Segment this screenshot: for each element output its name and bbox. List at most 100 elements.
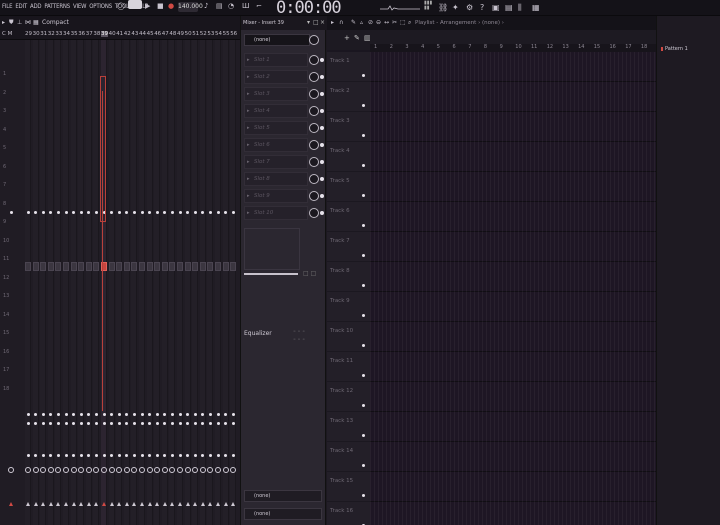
master-knob[interactable] [8,467,14,473]
play-icon[interactable]: ▶ [145,2,150,10]
tempo-display[interactable]: 140.000 [178,2,203,12]
strip-send-dot[interactable] [64,413,68,416]
track-enable-dot[interactable] [362,224,365,227]
strip-knob[interactable] [63,467,69,473]
mixer-tool-icon[interactable]: ⛊ [9,19,14,27]
mixer-strip-50[interactable] [184,40,191,525]
strip-mute-slot[interactable] [146,262,153,271]
menu-item-file[interactable]: FILE [2,3,13,10]
mixer-strip-41[interactable] [116,40,123,525]
mixer-strip-43[interactable] [131,40,138,525]
template-icon[interactable]: ▤ [505,3,513,12]
wait-icon[interactable]: ◔ [228,2,234,10]
arrangement-grid[interactable] [370,52,656,525]
effect-slot-6[interactable]: ▸ Slot 6 [244,138,308,152]
strip-send-dot[interactable] [140,422,144,425]
strip-send-dot[interactable] [216,422,220,425]
strip-send-dot[interactable] [132,413,136,416]
strip-mute-slot[interactable] [32,262,39,271]
strip-send-dot[interactable] [193,413,197,416]
strip-send-dot[interactable] [117,413,121,416]
slot-enable-button[interactable] [320,143,324,147]
strip-mute-slot[interactable] [139,262,145,271]
slot-enable-button[interactable] [320,126,324,130]
strip-knob[interactable] [139,467,145,473]
strip-route-arrow[interactable] [155,502,160,506]
strip-mute-slot[interactable] [108,262,115,271]
track-enable-dot[interactable] [362,284,365,287]
strip-send-dot[interactable] [216,454,220,457]
strip-mute-slot[interactable] [154,262,161,271]
track-header[interactable]: Track 15 [327,472,370,502]
strip-route-arrow[interactable] [71,502,76,506]
strip-send-dot[interactable] [178,422,182,425]
strip-mute-slot[interactable] [47,262,54,271]
track-header[interactable]: Track 7 [327,232,370,262]
insert-fader-bar[interactable] [244,273,298,275]
record-icon[interactable]: ● [168,2,174,10]
strip-dot[interactable] [208,211,212,214]
effect-slot-10[interactable]: ▸ Slot 10 [244,206,308,220]
mixer-tool-icon[interactable]: ▦ [33,19,39,26]
insert-input-select[interactable]: (none) [244,34,310,46]
slot-mix-knob[interactable] [309,208,319,218]
strip-send-dot[interactable] [56,413,60,416]
strip-dot[interactable] [117,211,121,214]
strip-mute-slot[interactable] [116,262,123,271]
strip-mute-slot[interactable] [230,262,237,271]
strip-send-dot[interactable] [208,413,212,416]
strip-send-dot[interactable] [102,422,106,425]
track-enable-dot[interactable] [362,164,365,167]
piano-roll-icon[interactable]: ▥ [364,34,371,42]
strip-mute-slot[interactable] [93,262,100,271]
mixer-strip-37[interactable] [85,40,92,525]
master-route-arrow[interactable] [9,502,13,506]
strip-dot[interactable] [170,211,174,214]
strip-send-dot[interactable] [170,413,174,416]
strip-route-arrow[interactable] [79,502,84,506]
track-header[interactable]: Track 11 [327,352,370,382]
plugin-icon[interactable]: ⚙ [466,3,473,12]
track-header[interactable]: Track 3 [327,112,370,142]
slot-enable-button[interactable] [320,177,324,181]
strip-knob[interactable] [161,467,168,473]
strip-send-dot[interactable] [117,454,121,457]
track-header[interactable]: Track 6 [327,202,370,232]
stop-icon[interactable]: ■ [157,2,164,10]
input-gain-knob[interactable] [309,35,319,45]
strip-mute-slot[interactable] [40,262,47,271]
strip-send-dot[interactable] [117,422,121,425]
strip-send-dot[interactable] [64,422,68,425]
magnet-icon[interactable]: ∩ [339,19,343,26]
track-enable-dot[interactable] [362,134,365,137]
delete-icon[interactable]: ⊘ [368,19,373,26]
snap-icon[interactable]: ✦ [452,3,459,12]
strip-send-dot[interactable] [132,422,136,425]
track-enable-dot[interactable] [362,344,365,347]
menu-item-edit[interactable]: EDIT [15,3,27,10]
track-enable-dot[interactable] [362,104,365,107]
effect-slot-8[interactable]: ▸ Slot 8 [244,172,308,186]
strip-knob[interactable] [25,467,31,473]
mixer-strip-56[interactable] [230,40,237,525]
slot-mix-knob[interactable] [309,89,319,99]
strip-send-dot[interactable] [79,454,83,457]
strip-knob[interactable] [101,467,107,473]
strip-knob[interactable] [70,467,77,473]
mixer-strip-36[interactable] [78,40,85,525]
menu-item-options[interactable]: OPTIONS [89,3,112,10]
track-enable-dot[interactable] [362,314,365,317]
strip-dot[interactable] [64,211,68,214]
strip-route-arrow[interactable] [48,502,53,506]
strip-mute-slot[interactable] [215,262,221,271]
mixer-strip-52[interactable] [199,40,206,525]
slot-enable-button[interactable] [320,75,324,79]
strip-knob[interactable] [47,467,54,473]
strip-send-dot[interactable] [64,454,68,457]
eq-band-knobs[interactable]: ◦ ◦ ◦ [293,337,305,343]
strip-dot[interactable] [79,211,83,214]
strip-send-dot[interactable] [94,422,98,425]
mixer-strip-48[interactable] [169,40,176,525]
strip-route-arrow[interactable] [208,502,213,506]
pattern-item[interactable]: Pattern 1 [665,46,688,52]
